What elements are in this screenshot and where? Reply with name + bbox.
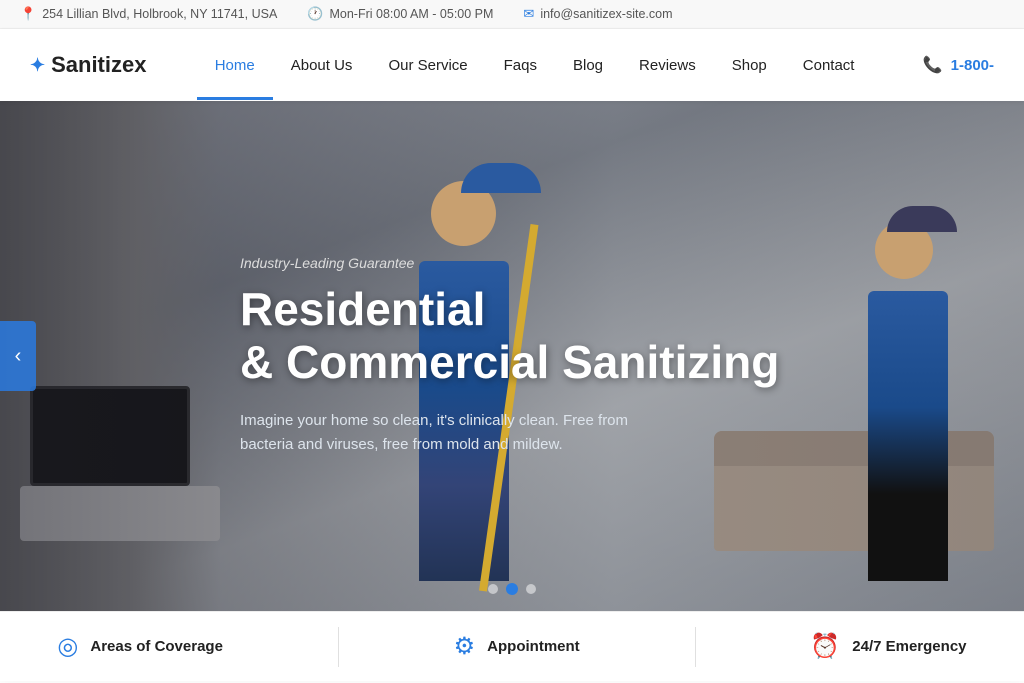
cleaner-female-figure [853, 221, 973, 581]
slider-dot-3[interactable] [526, 584, 536, 594]
phone-number: 1-800- [951, 57, 994, 74]
slider-prev-button[interactable]: ‹ [0, 321, 36, 391]
nav-blog[interactable]: Blog [555, 31, 621, 100]
location-icon: 📍 [20, 6, 36, 22]
bottom-bar: ◎ Areas of Coverage ⚙ Appointment ⏰ 24/7… [0, 611, 1024, 681]
phone-icon: 📞 [923, 55, 943, 75]
hours-item: 🕐 Mon-Fri 08:00 AM - 05:00 PM [307, 6, 493, 22]
divider-2 [695, 627, 696, 667]
email-text: info@sanitizex-site.com [540, 7, 672, 21]
address-text: 254 Lillian Blvd, Holbrook, NY 11741, US… [42, 7, 277, 21]
slider-dot-1[interactable] [488, 584, 498, 594]
logo[interactable]: ✦ Sanitizex [30, 52, 146, 78]
nav-reviews[interactable]: Reviews [621, 31, 714, 100]
email-item: ✉ info@sanitizex-site.com [523, 6, 672, 22]
appointment-item[interactable]: ⚙ Appointment [454, 632, 580, 661]
appointment-icon: ⚙ [454, 632, 476, 661]
logo-icon: ✦ [30, 55, 45, 76]
hours-text: Mon-Fri 08:00 AM - 05:00 PM [329, 7, 493, 21]
email-icon: ✉ [523, 6, 534, 22]
address-item: 📍 254 Lillian Blvd, Holbrook, NY 11741, … [20, 6, 277, 22]
hero-title: Residential& Commercial Sanitizing [240, 283, 779, 389]
nav-service[interactable]: Our Service [370, 31, 485, 100]
nav-about[interactable]: About Us [273, 31, 371, 100]
phone-cta[interactable]: 📞 1-800- [923, 55, 994, 75]
coverage-item[interactable]: ◎ Areas of Coverage [57, 632, 223, 661]
slider-dot-2[interactable] [506, 583, 518, 595]
hero-section: Industry-Leading Guarantee Residential& … [0, 101, 1024, 611]
top-bar: 📍 254 Lillian Blvd, Holbrook, NY 11741, … [0, 0, 1024, 29]
emergency-item[interactable]: ⏰ 24/7 Emergency [810, 632, 966, 661]
main-nav: Home About Us Our Service Faqs Blog Revi… [197, 31, 873, 100]
header: ✦ Sanitizex Home About Us Our Service Fa… [0, 29, 1024, 101]
nav-contact[interactable]: Contact [785, 31, 873, 100]
hero-tag: Industry-Leading Guarantee [240, 255, 779, 271]
emergency-label: 24/7 Emergency [852, 638, 966, 655]
nav-shop[interactable]: Shop [714, 31, 785, 100]
nav-home[interactable]: Home [197, 31, 273, 100]
nav-faqs[interactable]: Faqs [486, 31, 555, 100]
slider-dots [488, 583, 536, 595]
hero-content: Industry-Leading Guarantee Residential& … [240, 255, 779, 457]
coverage-label: Areas of Coverage [90, 638, 223, 655]
coverage-icon: ◎ [57, 632, 78, 661]
clock-icon: 🕐 [307, 6, 323, 22]
hero-description: Imagine your home so clean, it's clinica… [240, 409, 640, 457]
logo-text: Sanitizex [51, 52, 146, 78]
appointment-label: Appointment [487, 638, 579, 655]
divider-1 [338, 627, 339, 667]
emergency-icon: ⏰ [810, 632, 840, 661]
